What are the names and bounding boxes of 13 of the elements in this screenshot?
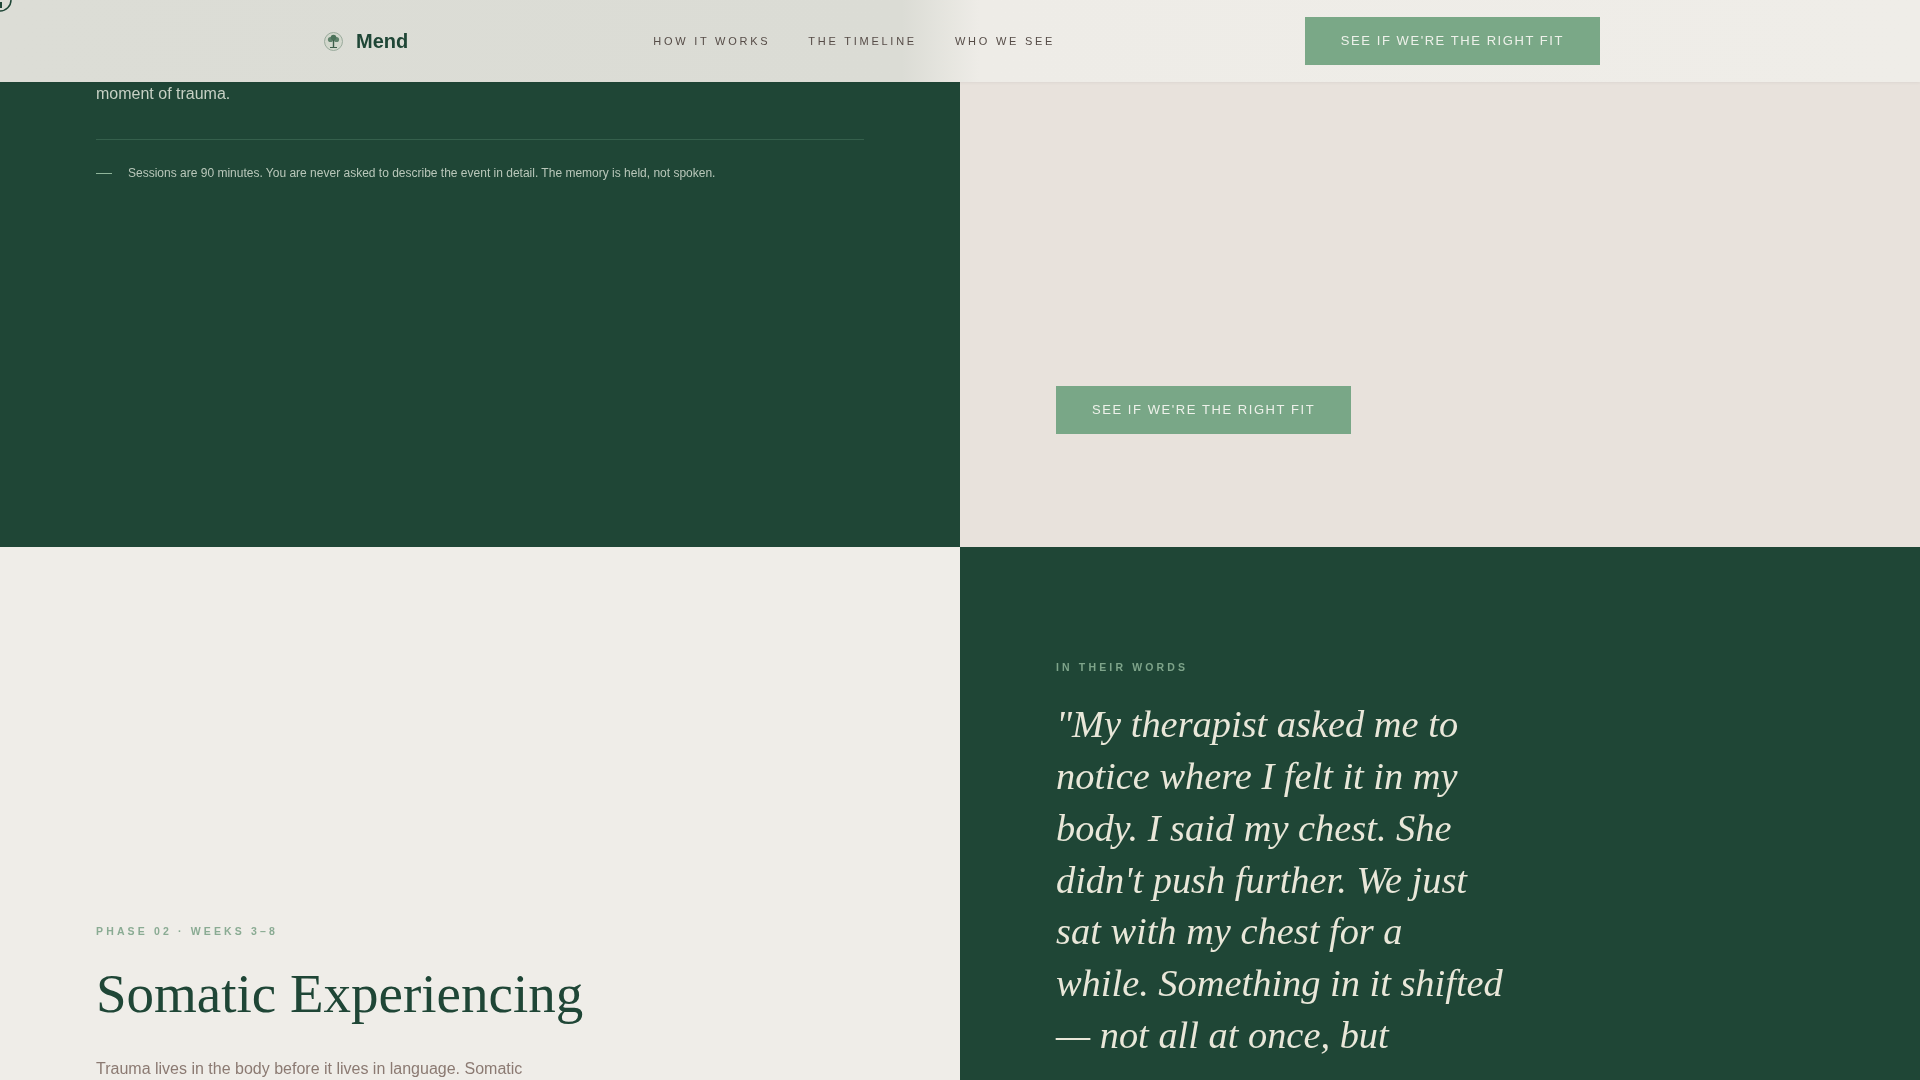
- phase-eyebrow: PHASE 02 · WEEKS 3–8: [96, 924, 279, 938]
- paragraph-tail: moment of trauma.: [96, 84, 231, 104]
- nav-link[interactable]: WHO WE SEE: [954, 32, 1056, 50]
- testimonial-eyebrow: IN THEIR WORDS: [1056, 660, 1189, 674]
- nav-link[interactable]: THE TIMELINE: [808, 32, 917, 50]
- phase-title: Somatic Experiencing: [96, 964, 584, 1025]
- session-note: Sessions are 90 minutes. You are never asked to describe the event in detail. The memory is held, not spoken.: [128, 165, 716, 182]
- brand-name[interactable]: Mend: [356, 31, 409, 51]
- phase-description: Trauma lives in the body before it lives in language. Somatic: [96, 1058, 523, 1079]
- ring-icon: [0, 0, 12, 12]
- nav-link[interactable]: HOW IT WORKS: [653, 32, 771, 50]
- tree-logo-icon: [324, 31, 343, 51]
- testimonial-quote: "My therapist asked me to notice where I felt it in my body. I said my chest. She didn't push further. We just sat with my chest for a while. Something in it shifted — not all at once, but: [1056, 702, 1504, 1059]
